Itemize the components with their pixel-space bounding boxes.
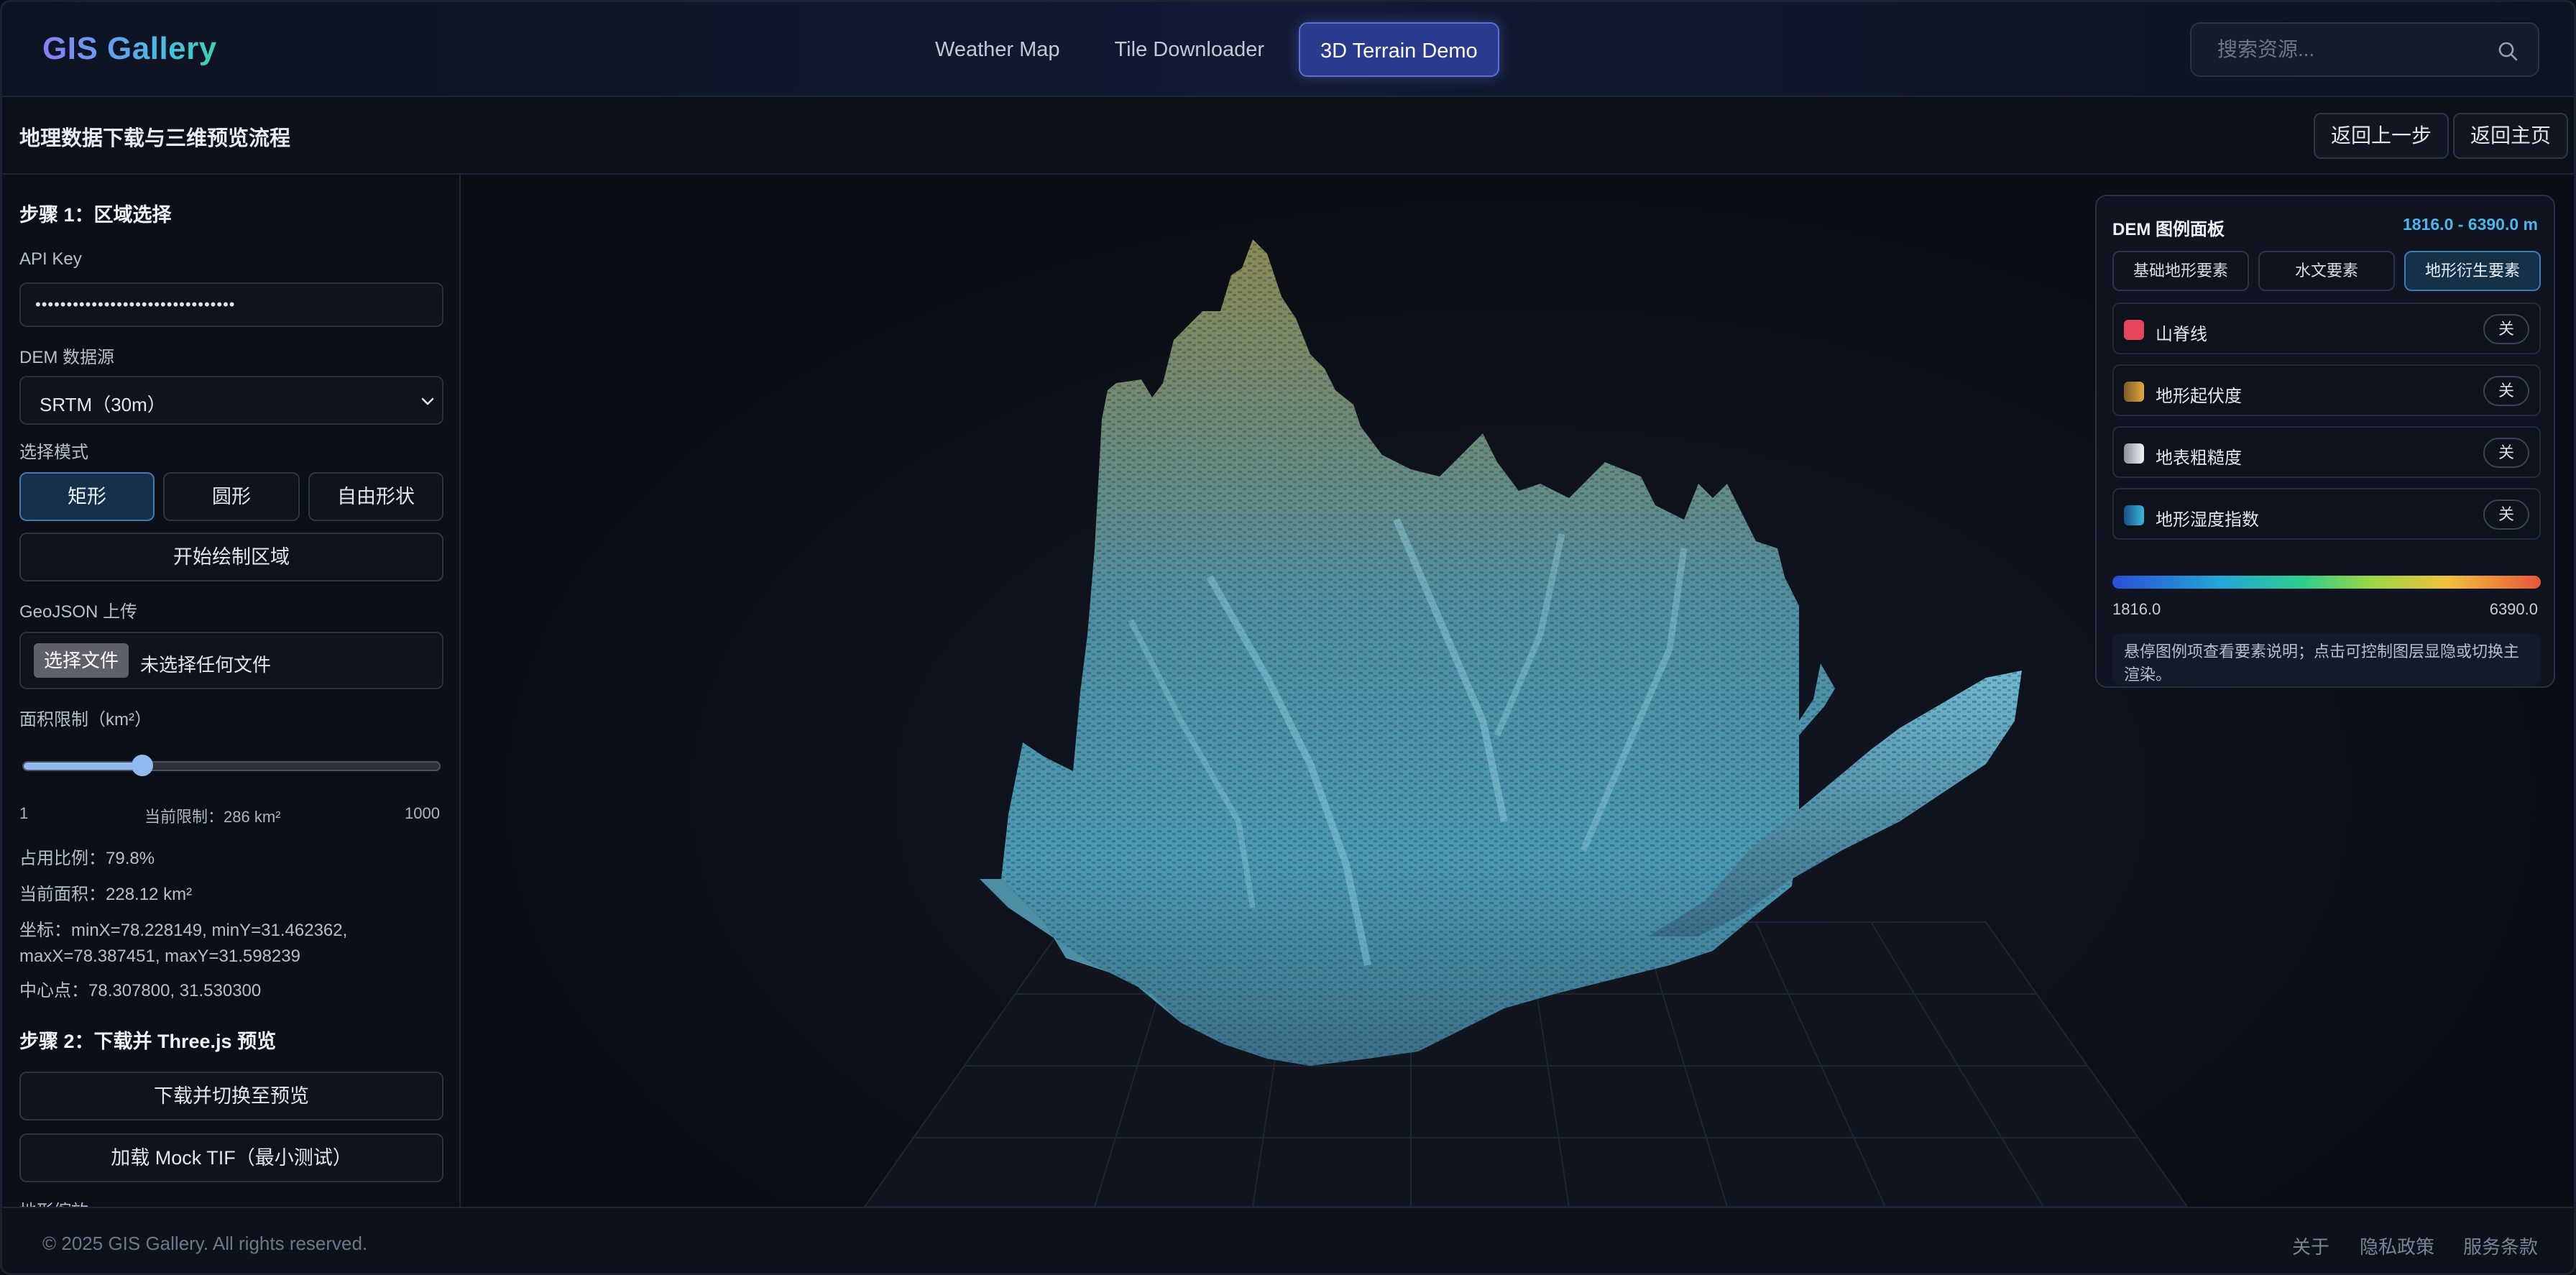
geojson-file-input[interactable]: 选择文件 未选择任何文件 (19, 632, 443, 689)
legend-title: DEM 图例面板 (2112, 220, 2225, 239)
main-nav: Weather Map Tile Downloader 3D Terrain D… (915, 22, 1499, 77)
slider-thumb[interactable] (132, 755, 153, 776)
current-area: 当前面积：228.12 km² (19, 885, 193, 904)
legend-tab-basic-terrain[interactable]: 基础地形要素 (2112, 251, 2249, 291)
area-limit-slider[interactable] (22, 755, 441, 776)
page-header: 地理数据下载与三维预览流程 返回上一步 返回主页 (2, 97, 2574, 175)
terrain-scale-label: 地形缩放 (19, 1197, 88, 1207)
area-limit-label: 面积限制（km²） (19, 710, 152, 729)
api-key-label: API Key (19, 249, 82, 269)
step1-heading: 步骤 1：区域选择 (19, 204, 172, 226)
chevron-down-icon (421, 397, 434, 405)
legend-tab-hydrology[interactable]: 水文要素 (2258, 251, 2395, 291)
legend-max: 6390.0 (2489, 600, 2538, 618)
coords-line-2: maxX=78.387451, maxY=31.598239 (19, 947, 300, 966)
legend-item-label: 地表粗糙度 (2156, 448, 2242, 468)
slider-max: 1000 (405, 804, 440, 822)
nav-3d-terrain-demo[interactable]: 3D Terrain Demo (1299, 22, 1499, 77)
control-panel: 步骤 1：区域选择 API Key ••••••••••••••••••••••… (2, 175, 461, 1207)
start-draw-button[interactable]: 开始绘制区域 (19, 533, 443, 581)
dem-source-value: SRTM（30m） (40, 394, 166, 415)
nav-tile-downloader[interactable]: Tile Downloader (1095, 22, 1284, 77)
coords-line-1: 坐标：minX=78.228149, minY=31.462362, (19, 921, 348, 940)
legend-item-label: 地形湿度指数 (2156, 510, 2259, 530)
slider-fill (24, 763, 142, 770)
dem-source-label: DEM 数据源 (19, 348, 114, 367)
back-step-button[interactable]: 返回上一步 (2314, 113, 2450, 159)
load-mock-tif-button[interactable]: 加载 Mock TIF（最小测试） (19, 1133, 443, 1182)
copyright: © 2025 GIS Gallery. All rights reserved. (42, 1233, 368, 1254)
footer: © 2025 GIS Gallery. All rights reserved.… (2, 1207, 2574, 1273)
top-navbar: GIS Gallery Weather Map Tile Downloader … (2, 2, 2574, 97)
usage-ratio: 占用比例：79.8% (19, 849, 155, 868)
layer-toggle[interactable]: 关 (2483, 438, 2529, 468)
legend-tab-terrain-derivatives[interactable]: 地形衍生要素 (2404, 251, 2541, 291)
geojson-label: GeoJSON 上传 (19, 602, 138, 622)
mode-rectangle-button[interactable]: 矩形 (19, 472, 155, 521)
legend-min: 1816.0 (2112, 600, 2161, 618)
legend-item-twi[interactable]: 地形湿度指数 关 (2112, 488, 2541, 540)
layer-toggle[interactable]: 关 (2483, 376, 2529, 406)
no-file-text: 未选择任何文件 (140, 654, 272, 676)
choose-file-button[interactable]: 选择文件 (34, 643, 129, 678)
footer-link-privacy[interactable]: 隐私政策 (2360, 1233, 2434, 1259)
search-box (2190, 22, 2539, 77)
layer-toggle[interactable]: 关 (2483, 314, 2529, 344)
layer-toggle[interactable]: 关 (2483, 500, 2529, 530)
legend-item-label: 地形起伏度 (2156, 387, 2242, 406)
elevation-color-ramp (2112, 576, 2541, 589)
legend-help-text: 悬停图例项查看要素说明；点击可控制图层显隐或切换主渲染。 (2112, 633, 2541, 685)
search-icon[interactable] (2496, 40, 2519, 63)
api-key-field[interactable]: •••••••••••••••••••••••••••••••• (19, 282, 443, 327)
swatch-icon (2124, 320, 2144, 340)
step2-heading: 步骤 2：下载并 Three.js 预览 (19, 1031, 277, 1052)
swatch-icon (2124, 505, 2144, 525)
swatch-icon (2124, 382, 2144, 402)
home-button[interactable]: 返回主页 (2453, 113, 2569, 159)
mode-freeform-button[interactable]: 自由形状 (308, 472, 443, 521)
mode-label: 选择模式 (19, 443, 88, 462)
legend-item-ridge-line[interactable]: 山脊线 关 (2112, 303, 2541, 354)
slider-min: 1 (19, 804, 29, 822)
current-limit-text: 当前限制：286 km² (144, 808, 281, 826)
mode-circle-button[interactable]: 圆形 (163, 472, 300, 521)
dem-legend-panel: DEM 图例面板 1816.0 - 6390.0 m 基础地形要素 水文要素 地… (2095, 195, 2555, 688)
legend-range: 1816.0 - 6390.0 m (2403, 215, 2538, 234)
nav-weather-map[interactable]: Weather Map (915, 22, 1080, 77)
dem-source-select[interactable]: SRTM（30m） (19, 376, 443, 425)
legend-item-roughness[interactable]: 地表粗糙度 关 (2112, 426, 2541, 478)
legend-item-label: 山脊线 (2156, 325, 2207, 344)
api-key-value: •••••••••••••••••••••••••••••••• (35, 295, 236, 313)
download-preview-button[interactable]: 下载并切换至预览 (19, 1072, 443, 1120)
brand-logo[interactable]: GIS Gallery (42, 31, 217, 67)
center-point: 中心点：78.307800, 31.530300 (19, 981, 262, 1000)
footer-link-about[interactable]: 关于 (2292, 1233, 2329, 1259)
footer-link-terms[interactable]: 服务条款 (2463, 1233, 2538, 1259)
page-title: 地理数据下载与三维预览流程 (19, 127, 291, 150)
swatch-icon (2124, 443, 2144, 464)
search-input[interactable] (2191, 24, 2486, 75)
app-window: GIS Gallery Weather Map Tile Downloader … (0, 0, 2576, 1275)
legend-item-relief[interactable]: 地形起伏度 关 (2112, 364, 2541, 416)
